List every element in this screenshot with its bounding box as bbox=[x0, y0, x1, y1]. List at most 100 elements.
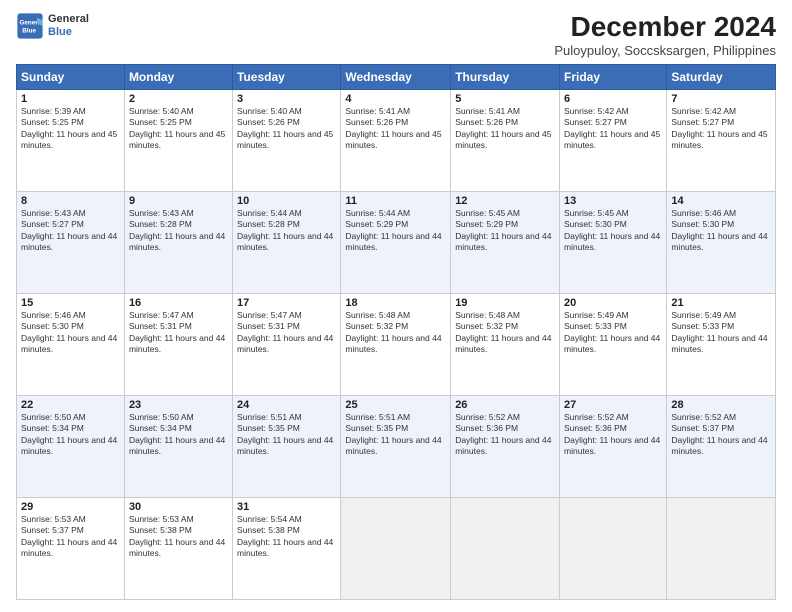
day-info: Sunrise: 5:48 AM Sunset: 5:32 PM Dayligh… bbox=[455, 310, 555, 356]
calendar-row: 29Sunrise: 5:53 AM Sunset: 5:37 PM Dayli… bbox=[17, 497, 776, 599]
day-info: Sunrise: 5:40 AM Sunset: 5:26 PM Dayligh… bbox=[237, 106, 336, 152]
table-row: 28Sunrise: 5:52 AM Sunset: 5:37 PM Dayli… bbox=[667, 395, 776, 497]
calendar-row: 15Sunrise: 5:46 AM Sunset: 5:30 PM Dayli… bbox=[17, 293, 776, 395]
table-row: 17Sunrise: 5:47 AM Sunset: 5:31 PM Dayli… bbox=[233, 293, 341, 395]
day-info: Sunrise: 5:51 AM Sunset: 5:35 PM Dayligh… bbox=[237, 412, 336, 458]
table-row: 27Sunrise: 5:52 AM Sunset: 5:36 PM Dayli… bbox=[560, 395, 667, 497]
table-row: 31Sunrise: 5:54 AM Sunset: 5:38 PM Dayli… bbox=[233, 497, 341, 599]
day-info: Sunrise: 5:41 AM Sunset: 5:26 PM Dayligh… bbox=[345, 106, 446, 152]
day-info: Sunrise: 5:54 AM Sunset: 5:38 PM Dayligh… bbox=[237, 514, 336, 560]
day-number: 11 bbox=[345, 195, 446, 207]
day-info: Sunrise: 5:52 AM Sunset: 5:36 PM Dayligh… bbox=[564, 412, 662, 458]
table-row: 7Sunrise: 5:42 AM Sunset: 5:27 PM Daylig… bbox=[667, 89, 776, 191]
day-number: 8 bbox=[21, 195, 120, 207]
day-info: Sunrise: 5:53 AM Sunset: 5:37 PM Dayligh… bbox=[21, 514, 120, 560]
table-row: 30Sunrise: 5:53 AM Sunset: 5:38 PM Dayli… bbox=[124, 497, 232, 599]
day-number: 1 bbox=[21, 93, 120, 105]
table-row: 6Sunrise: 5:42 AM Sunset: 5:27 PM Daylig… bbox=[560, 89, 667, 191]
calendar-table: Sunday Monday Tuesday Wednesday Thursday… bbox=[16, 64, 776, 600]
col-saturday: Saturday bbox=[667, 64, 776, 89]
day-number: 30 bbox=[129, 501, 228, 513]
table-row bbox=[667, 497, 776, 599]
table-row: 18Sunrise: 5:48 AM Sunset: 5:32 PM Dayli… bbox=[341, 293, 451, 395]
logo: General Blue General Blue bbox=[16, 12, 89, 40]
day-number: 14 bbox=[671, 195, 771, 207]
col-sunday: Sunday bbox=[17, 64, 125, 89]
day-number: 5 bbox=[455, 93, 555, 105]
day-info: Sunrise: 5:42 AM Sunset: 5:27 PM Dayligh… bbox=[671, 106, 771, 152]
day-info: Sunrise: 5:48 AM Sunset: 5:32 PM Dayligh… bbox=[345, 310, 446, 356]
day-number: 2 bbox=[129, 93, 228, 105]
logo-line2: Blue bbox=[48, 26, 89, 39]
day-info: Sunrise: 5:44 AM Sunset: 5:28 PM Dayligh… bbox=[237, 208, 336, 254]
calendar-row: 1Sunrise: 5:39 AM Sunset: 5:25 PM Daylig… bbox=[17, 89, 776, 191]
table-row: 26Sunrise: 5:52 AM Sunset: 5:36 PM Dayli… bbox=[451, 395, 560, 497]
table-row: 22Sunrise: 5:50 AM Sunset: 5:34 PM Dayli… bbox=[17, 395, 125, 497]
day-number: 29 bbox=[21, 501, 120, 513]
day-info: Sunrise: 5:45 AM Sunset: 5:30 PM Dayligh… bbox=[564, 208, 662, 254]
table-row: 10Sunrise: 5:44 AM Sunset: 5:28 PM Dayli… bbox=[233, 191, 341, 293]
day-info: Sunrise: 5:51 AM Sunset: 5:35 PM Dayligh… bbox=[345, 412, 446, 458]
day-info: Sunrise: 5:52 AM Sunset: 5:37 PM Dayligh… bbox=[671, 412, 771, 458]
table-row: 2Sunrise: 5:40 AM Sunset: 5:25 PM Daylig… bbox=[124, 89, 232, 191]
day-number: 25 bbox=[345, 399, 446, 411]
day-info: Sunrise: 5:40 AM Sunset: 5:25 PM Dayligh… bbox=[129, 106, 228, 152]
table-row bbox=[560, 497, 667, 599]
day-number: 16 bbox=[129, 297, 228, 309]
day-info: Sunrise: 5:50 AM Sunset: 5:34 PM Dayligh… bbox=[129, 412, 228, 458]
table-row: 13Sunrise: 5:45 AM Sunset: 5:30 PM Dayli… bbox=[560, 191, 667, 293]
table-row bbox=[341, 497, 451, 599]
day-number: 19 bbox=[455, 297, 555, 309]
table-row: 9Sunrise: 5:43 AM Sunset: 5:28 PM Daylig… bbox=[124, 191, 232, 293]
table-row: 11Sunrise: 5:44 AM Sunset: 5:29 PM Dayli… bbox=[341, 191, 451, 293]
table-row: 15Sunrise: 5:46 AM Sunset: 5:30 PM Dayli… bbox=[17, 293, 125, 395]
col-friday: Friday bbox=[560, 64, 667, 89]
subtitle: Puloypuloy, Soccsksargen, Philippines bbox=[554, 43, 776, 58]
day-info: Sunrise: 5:49 AM Sunset: 5:33 PM Dayligh… bbox=[671, 310, 771, 356]
day-info: Sunrise: 5:44 AM Sunset: 5:29 PM Dayligh… bbox=[345, 208, 446, 254]
day-info: Sunrise: 5:50 AM Sunset: 5:34 PM Dayligh… bbox=[21, 412, 120, 458]
table-row: 19Sunrise: 5:48 AM Sunset: 5:32 PM Dayli… bbox=[451, 293, 560, 395]
table-row: 21Sunrise: 5:49 AM Sunset: 5:33 PM Dayli… bbox=[667, 293, 776, 395]
day-info: Sunrise: 5:49 AM Sunset: 5:33 PM Dayligh… bbox=[564, 310, 662, 356]
day-number: 18 bbox=[345, 297, 446, 309]
day-number: 10 bbox=[237, 195, 336, 207]
day-number: 6 bbox=[564, 93, 662, 105]
day-number: 21 bbox=[671, 297, 771, 309]
day-info: Sunrise: 5:42 AM Sunset: 5:27 PM Dayligh… bbox=[564, 106, 662, 152]
page: General Blue General Blue December 2024 … bbox=[0, 0, 792, 612]
table-row: 3Sunrise: 5:40 AM Sunset: 5:26 PM Daylig… bbox=[233, 89, 341, 191]
calendar-row: 22Sunrise: 5:50 AM Sunset: 5:34 PM Dayli… bbox=[17, 395, 776, 497]
day-number: 20 bbox=[564, 297, 662, 309]
table-row: 24Sunrise: 5:51 AM Sunset: 5:35 PM Dayli… bbox=[233, 395, 341, 497]
table-row: 5Sunrise: 5:41 AM Sunset: 5:26 PM Daylig… bbox=[451, 89, 560, 191]
table-row: 29Sunrise: 5:53 AM Sunset: 5:37 PM Dayli… bbox=[17, 497, 125, 599]
day-info: Sunrise: 5:43 AM Sunset: 5:27 PM Dayligh… bbox=[21, 208, 120, 254]
col-wednesday: Wednesday bbox=[341, 64, 451, 89]
table-row: 4Sunrise: 5:41 AM Sunset: 5:26 PM Daylig… bbox=[341, 89, 451, 191]
table-row: 1Sunrise: 5:39 AM Sunset: 5:25 PM Daylig… bbox=[17, 89, 125, 191]
day-info: Sunrise: 5:43 AM Sunset: 5:28 PM Dayligh… bbox=[129, 208, 228, 254]
day-info: Sunrise: 5:53 AM Sunset: 5:38 PM Dayligh… bbox=[129, 514, 228, 560]
day-info: Sunrise: 5:47 AM Sunset: 5:31 PM Dayligh… bbox=[129, 310, 228, 356]
day-info: Sunrise: 5:39 AM Sunset: 5:25 PM Dayligh… bbox=[21, 106, 120, 152]
day-number: 23 bbox=[129, 399, 228, 411]
day-info: Sunrise: 5:47 AM Sunset: 5:31 PM Dayligh… bbox=[237, 310, 336, 356]
table-row: 8Sunrise: 5:43 AM Sunset: 5:27 PM Daylig… bbox=[17, 191, 125, 293]
day-number: 26 bbox=[455, 399, 555, 411]
day-number: 15 bbox=[21, 297, 120, 309]
table-row: 14Sunrise: 5:46 AM Sunset: 5:30 PM Dayli… bbox=[667, 191, 776, 293]
calendar-row: 8Sunrise: 5:43 AM Sunset: 5:27 PM Daylig… bbox=[17, 191, 776, 293]
day-number: 4 bbox=[345, 93, 446, 105]
day-number: 27 bbox=[564, 399, 662, 411]
table-row: 20Sunrise: 5:49 AM Sunset: 5:33 PM Dayli… bbox=[560, 293, 667, 395]
table-row: 23Sunrise: 5:50 AM Sunset: 5:34 PM Dayli… bbox=[124, 395, 232, 497]
logo-icon: General Blue bbox=[16, 12, 44, 40]
day-info: Sunrise: 5:41 AM Sunset: 5:26 PM Dayligh… bbox=[455, 106, 555, 152]
col-tuesday: Tuesday bbox=[233, 64, 341, 89]
day-number: 12 bbox=[455, 195, 555, 207]
day-info: Sunrise: 5:52 AM Sunset: 5:36 PM Dayligh… bbox=[455, 412, 555, 458]
table-row: 16Sunrise: 5:47 AM Sunset: 5:31 PM Dayli… bbox=[124, 293, 232, 395]
day-number: 22 bbox=[21, 399, 120, 411]
table-row bbox=[451, 497, 560, 599]
